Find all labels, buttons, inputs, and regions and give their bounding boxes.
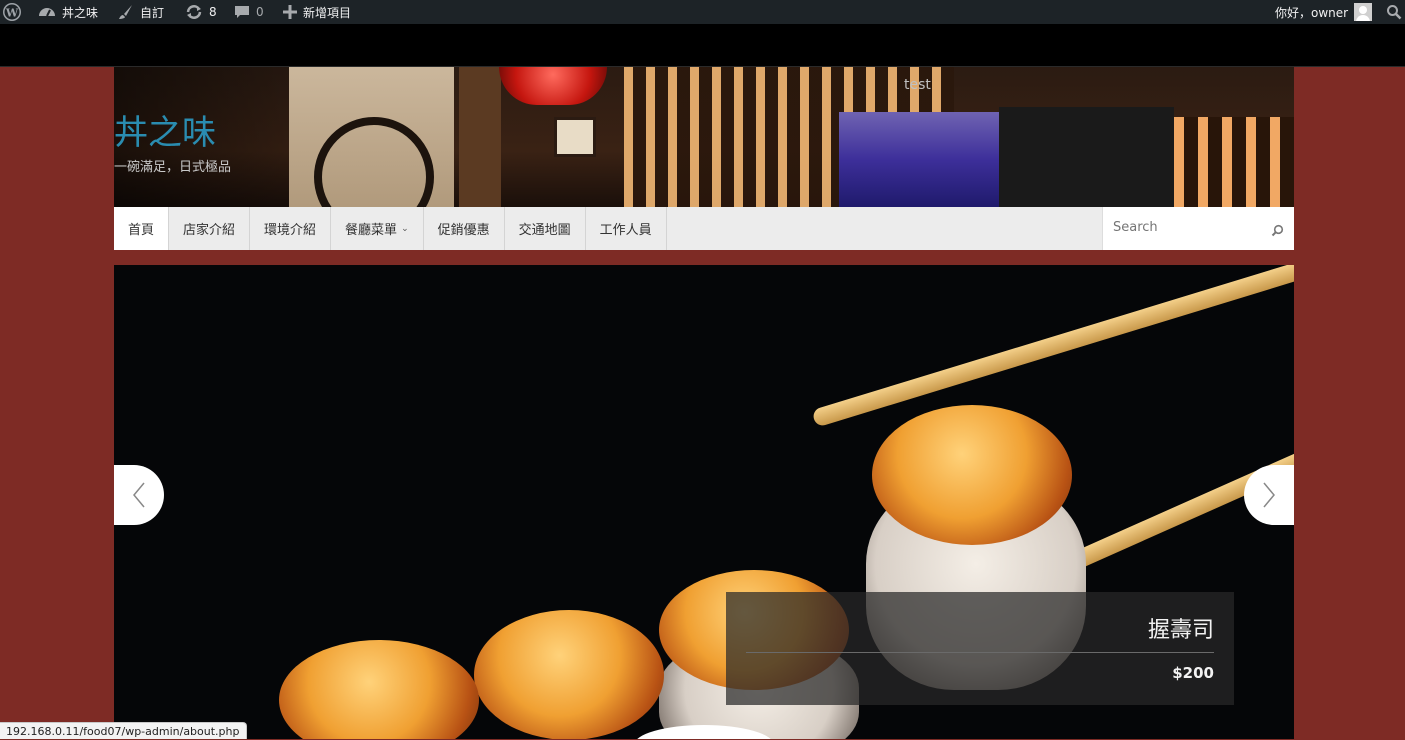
slide-caption-price: $200 (1172, 664, 1214, 682)
nav-item-home[interactable]: 首頁 (114, 207, 170, 250)
status-bar-url: 192.168.0.11/food07/wp-admin/about.php (0, 722, 247, 739)
admin-bar-comments-count: 0 (256, 5, 264, 19)
nav-item-label: 首頁 (128, 223, 155, 238)
site-title[interactable]: 丼之味 (114, 105, 216, 154)
admin-bar-new-item-label: 新增項目 (303, 5, 352, 20)
comment-icon (234, 4, 250, 20)
admin-bar-updates[interactable]: 8 (185, 0, 217, 24)
nav-item-label: 餐廳菜單 (345, 223, 398, 238)
chevron-left-icon (133, 482, 145, 508)
nav-item-menu[interactable]: 餐廳菜單 ⌄ (331, 207, 424, 250)
main-navigation: 首頁 店家介紹 環境介紹 餐廳菜單 ⌄ 促銷優惠 交通地圖 工作人員 (114, 207, 1294, 250)
nav-item-environment[interactable]: 環境介紹 (250, 207, 332, 250)
site-header: 丼之味 一碗滿足，日式極品 test (114, 67, 1294, 207)
admin-bar-customize-label: 自訂 (140, 5, 165, 20)
nav-item-label: 工作人員 (599, 223, 652, 238)
nav-item-label: 環境介紹 (264, 223, 317, 238)
caption-divider (746, 652, 1214, 653)
prev-slide-button[interactable] (114, 465, 164, 525)
slide-caption-title: 握壽司 (1147, 618, 1214, 643)
nav-item-map[interactable]: 交通地圖 (505, 207, 586, 250)
nav-item-label: 店家介紹 (183, 223, 236, 238)
admin-bar-comments[interactable]: 0 (234, 0, 264, 24)
nav-item-staff[interactable]: 工作人員 (586, 207, 667, 250)
chevron-down-icon: ⌄ (401, 223, 409, 234)
admin-bar-search-icon[interactable] (1386, 0, 1402, 24)
admin-bar-updates-count: 8 (209, 5, 217, 19)
admin-bar-greeting: 你好，owner (1275, 5, 1349, 20)
admin-bar: W 丼之味 自訂 8 0 新增項目 你好，owner (0, 0, 1405, 24)
admin-bar-account[interactable]: 你好，owner (1275, 0, 1373, 24)
slide-caption: 握壽司 $200 (726, 592, 1234, 705)
avatar (1354, 3, 1373, 21)
nav-item-label: 交通地圖 (518, 223, 571, 238)
hero-slider: 握壽司 $200 (114, 265, 1294, 739)
dashboard-icon (38, 4, 56, 20)
header-test-label: test (904, 77, 931, 93)
admin-bar-site-name: 丼之味 (62, 5, 99, 20)
site-tagline: 一碗滿足，日式極品 (114, 160, 232, 175)
top-strip (0, 24, 1405, 67)
nav-item-promotions[interactable]: 促銷優惠 (424, 207, 505, 250)
admin-bar-site-link[interactable]: 丼之味 (38, 0, 98, 24)
plus-icon (283, 5, 297, 19)
nav-item-label: 促銷優惠 (437, 223, 490, 238)
wordpress-logo-icon[interactable]: W (2, 0, 22, 24)
brush-icon (118, 4, 134, 20)
search-box (1102, 207, 1294, 250)
nav-menu: 首頁 店家介紹 環境介紹 餐廳菜單 ⌄ 促銷優惠 交通地圖 工作人員 (114, 207, 667, 250)
admin-bar-customize[interactable]: 自訂 (118, 0, 164, 24)
next-slide-button[interactable] (1244, 465, 1294, 525)
admin-bar-new-item[interactable]: 新增項目 (283, 0, 351, 24)
svg-text:W: W (5, 7, 19, 20)
updates-icon (185, 4, 203, 20)
search-icon[interactable] (1271, 222, 1284, 241)
search-input[interactable] (1103, 207, 1283, 248)
chevron-right-icon (1263, 482, 1275, 508)
nav-item-store-intro[interactable]: 店家介紹 (169, 207, 251, 250)
